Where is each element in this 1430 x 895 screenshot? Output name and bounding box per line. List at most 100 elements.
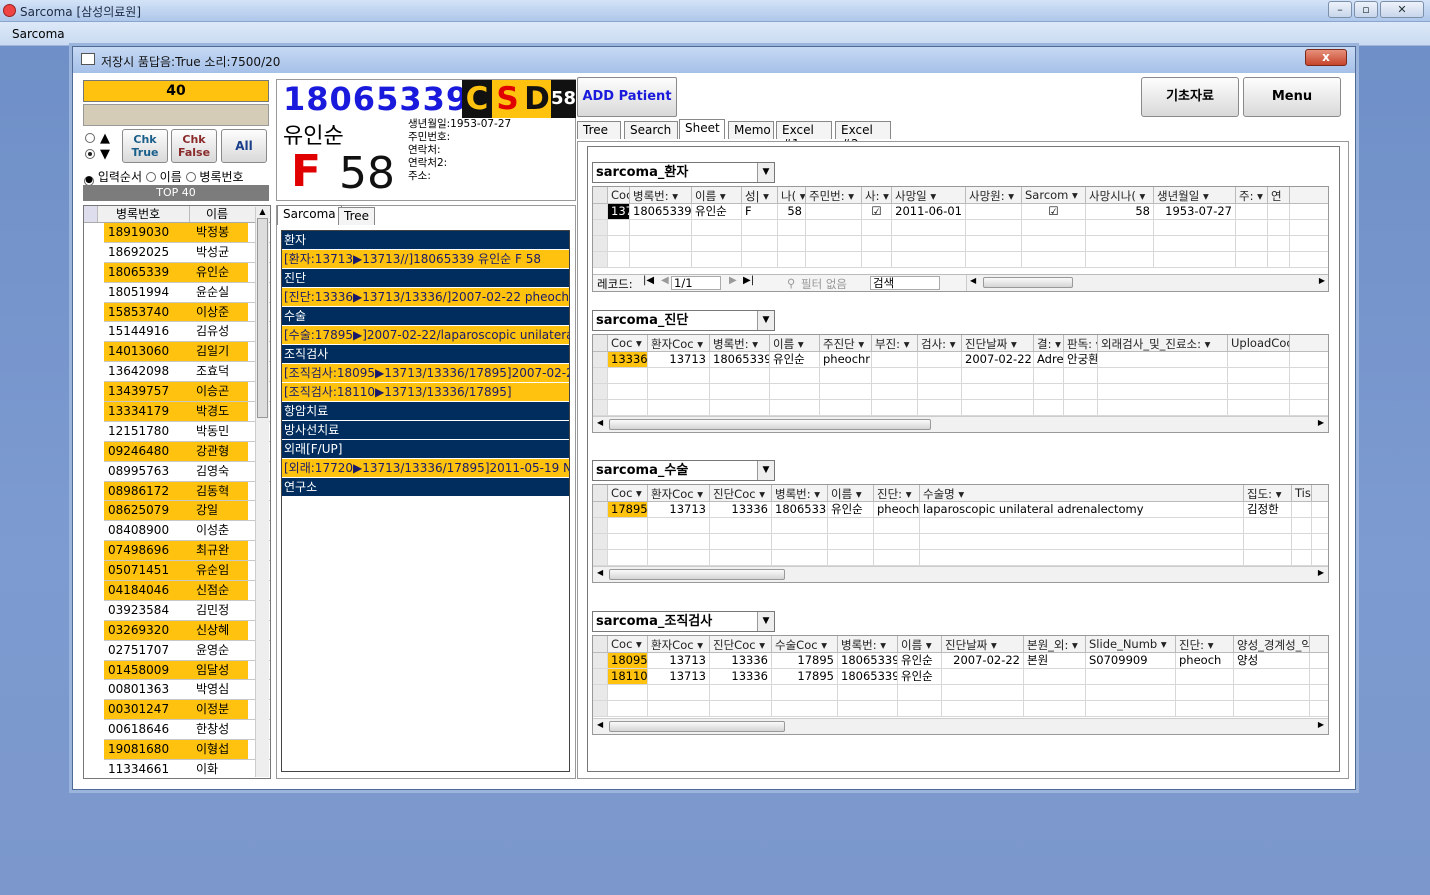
grid-col-header[interactable]: 진단Coc ▾ (710, 485, 772, 501)
menu-button[interactable]: Menu (1243, 77, 1341, 117)
list-row[interactable]: 13642098 조효덕 (104, 362, 270, 383)
grid-cell[interactable] (1034, 400, 1064, 415)
grid-col-header[interactable]: 병록번: ▾ (630, 187, 692, 203)
grid-row[interactable]: 18095 13713 13336 17895 18065339 유인순 2007-02-2… (593, 653, 1328, 669)
grid-cell[interactable] (710, 384, 770, 399)
grid-cell[interactable] (772, 550, 828, 565)
grid-cell[interactable]: 13336 (710, 502, 772, 517)
grid-cell[interactable] (1098, 368, 1228, 383)
grid-cell[interactable]: ☑ (862, 204, 892, 219)
grid-col-header[interactable]: 나( ▾ (778, 187, 806, 203)
grid-cell[interactable] (1236, 236, 1268, 251)
tree-node[interactable]: 외래[F/UP] (282, 440, 569, 459)
grid-row[interactable] (593, 550, 1328, 566)
grid-cell[interactable]: 유인순 (898, 653, 942, 668)
grid-cell[interactable] (608, 550, 648, 565)
grid-cell[interactable] (892, 236, 966, 251)
grid-cell[interactable] (1022, 220, 1086, 235)
grid-row[interactable] (593, 701, 1328, 717)
grid-cell[interactable] (874, 534, 920, 549)
grid-cell[interactable]: 17895 (772, 669, 838, 684)
grid-cell[interactable]: pheoch (874, 502, 920, 517)
grid-cell[interactable]: 58 (1086, 204, 1154, 219)
grid-surgery-selector[interactable]: sarcoma_수술 ▼ (592, 460, 775, 481)
grid-cell[interactable] (898, 701, 942, 716)
grid-row[interactable] (593, 384, 1328, 400)
grid-cell[interactable] (1024, 685, 1086, 700)
grid-cell[interactable]: 13713 (608, 204, 630, 219)
grid-cell[interactable]: 18110 (608, 669, 648, 684)
grid-cell[interactable] (648, 685, 710, 700)
grid-cell[interactable] (772, 534, 828, 549)
close-button[interactable]: ✕ (1380, 1, 1424, 18)
grid-row[interactable] (593, 518, 1328, 534)
grid-cell[interactable] (1292, 534, 1312, 549)
list-row[interactable]: 11334661 이화 (104, 760, 270, 778)
grid-cell[interactable] (1086, 701, 1176, 716)
grid-cell[interactable] (772, 701, 838, 716)
grid-cell[interactable] (1244, 518, 1292, 533)
grid-col-header[interactable]: 이름 ▾ (828, 485, 874, 501)
grid-cell[interactable] (1086, 220, 1154, 235)
grid-cell[interactable]: 18065339 (838, 669, 898, 684)
grid-cell[interactable] (710, 685, 772, 700)
grid-cell[interactable] (820, 368, 872, 383)
grid-cell[interactable] (1034, 368, 1064, 383)
grid-cell[interactable]: pheochr (820, 352, 872, 367)
list-row[interactable]: 18919030 박정봉 (104, 223, 270, 243)
grid-col-header[interactable]: 사: ▾ (862, 187, 892, 203)
grid-cell[interactable] (1292, 550, 1312, 565)
grid-col-header[interactable]: Coc ▾ (608, 335, 648, 351)
list-row[interactable]: 09246480 강관형 (104, 441, 270, 462)
grid-col-header[interactable]: 병록번: ▾ (772, 485, 828, 501)
grid-cell[interactable]: 58 (778, 204, 806, 219)
grid-cell[interactable] (1228, 384, 1290, 399)
grid-cell[interactable] (710, 518, 772, 533)
list-row[interactable]: 07498696 최규완 (104, 541, 270, 562)
grid-cell[interactable] (962, 384, 1034, 399)
grid-diagnosis-selector[interactable]: sarcoma_진단 ▼ (592, 310, 775, 331)
grid-col-header[interactable]: 사망원: ▾ (966, 187, 1022, 203)
grid-col-header[interactable]: Tis (1292, 485, 1312, 501)
grid-cell[interactable] (1098, 352, 1228, 367)
list-row[interactable]: 02751707 윤영순 (104, 641, 270, 661)
record-position[interactable]: 1/1 (671, 276, 721, 290)
grid-cell[interactable] (630, 236, 692, 251)
grid-cell[interactable]: F (742, 204, 778, 219)
grid-cell[interactable] (648, 384, 710, 399)
grid-cell[interactable] (820, 400, 872, 415)
tree-node[interactable]: 연구소 (282, 478, 569, 497)
grid-cell[interactable] (1244, 534, 1292, 549)
grid-cell[interactable] (1268, 252, 1290, 267)
grid-row[interactable] (593, 685, 1328, 701)
grid-cell[interactable]: 유인순 (770, 352, 820, 367)
grid-cell[interactable]: 양성 (1234, 653, 1310, 668)
grid-cell[interactable] (1268, 204, 1290, 219)
grid-cell[interactable] (1024, 669, 1086, 684)
grid-col-header[interactable]: 환자Coc ▾ (648, 485, 710, 501)
grid-col-header[interactable]: 부진: ▾ (872, 335, 918, 351)
list-row[interactable]: 18051994 윤순실 (104, 283, 270, 303)
list-row[interactable]: 15144916 김유성 (104, 322, 270, 343)
tab-tree[interactable]: Tree (338, 207, 376, 225)
grid-cell[interactable] (692, 252, 742, 267)
grid-cell[interactable] (1086, 252, 1154, 267)
grid-col-header[interactable]: 진단날짜 ▾ (962, 335, 1034, 351)
grid-col-header[interactable]: Slide_Numb ▾ (1086, 636, 1176, 652)
list-row[interactable]: 05071451 유순임 (104, 561, 270, 582)
grid-cell[interactable] (872, 368, 918, 383)
grid-cell[interactable] (806, 236, 862, 251)
grid-cell[interactable]: 유인순 (692, 204, 742, 219)
tree-node[interactable]: [환자:13713▶13713//]18065339 유인순 F 58 (282, 250, 569, 269)
grid-col-header[interactable]: Coc ▾ (608, 485, 648, 501)
grid-cell[interactable] (806, 204, 862, 219)
list-row[interactable]: 19081680 이형섭 (104, 740, 270, 761)
tree-node[interactable]: 수술 (282, 307, 569, 326)
grid-cell[interactable] (1064, 384, 1098, 399)
grid-col-header[interactable]: 사망일 ▾ (892, 187, 966, 203)
grid-cell[interactable]: 2007-02-22 (962, 352, 1034, 367)
grid-cell[interactable]: pheoch (1176, 653, 1234, 668)
grid-cell[interactable] (862, 220, 892, 235)
list-row[interactable]: 08995763 김영숙 (104, 462, 270, 482)
grid-col-header[interactable]: 집도: ▾ (1244, 485, 1292, 501)
